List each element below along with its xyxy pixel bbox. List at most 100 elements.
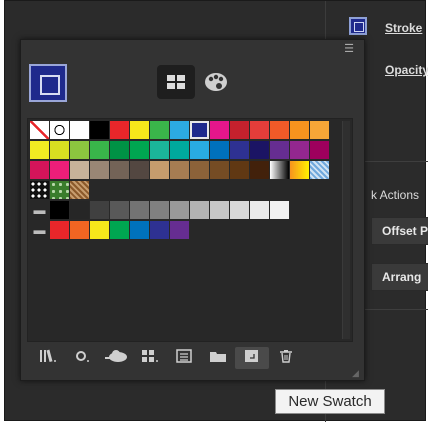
swatch[interactable] xyxy=(50,161,69,179)
swatch[interactable] xyxy=(50,201,69,219)
resize-grip-icon[interactable]: ◢ xyxy=(352,368,362,378)
color-group-folder-icon[interactable]: ▬ xyxy=(30,201,49,219)
swatch[interactable] xyxy=(30,141,49,159)
swatch[interactable] xyxy=(110,121,129,139)
swatch[interactable] xyxy=(190,161,209,179)
swatch[interactable] xyxy=(50,141,69,159)
swatch[interactable] xyxy=(90,201,109,219)
swatch[interactable] xyxy=(310,161,329,179)
swatch[interactable] xyxy=(310,121,329,139)
swatch[interactable] xyxy=(130,201,149,219)
swatch[interactable] xyxy=(190,141,209,159)
swatch[interactable] xyxy=(270,201,289,219)
new-color-group-icon[interactable] xyxy=(201,347,235,369)
swatch-row: ▬ xyxy=(30,221,330,239)
swatch[interactable] xyxy=(250,201,269,219)
swatch-row: ▬ xyxy=(30,201,330,219)
new-swatch-tooltip: New Swatch xyxy=(275,389,385,414)
swatch-options-icon[interactable] xyxy=(133,347,167,369)
swatch[interactable] xyxy=(90,221,109,239)
swatch[interactable] xyxy=(70,161,89,179)
swatch[interactable] xyxy=(130,161,149,179)
color-group-icon[interactable] xyxy=(167,347,201,369)
swatch-toolbar xyxy=(31,346,351,370)
swatch[interactable] xyxy=(110,161,129,179)
swatch[interactable] xyxy=(150,201,169,219)
swatch[interactable] xyxy=(130,221,149,239)
view-toggle xyxy=(157,65,239,99)
quick-actions-heading: k Actions xyxy=(371,188,420,202)
swatch[interactable] xyxy=(90,121,109,139)
swatch[interactable] xyxy=(170,201,189,219)
swatch[interactable] xyxy=(230,141,249,159)
swatch-rows: ▬ ▬ xyxy=(30,121,330,241)
swatch[interactable] xyxy=(70,201,89,219)
swatch-libraries-icon[interactable] xyxy=(31,347,65,369)
swatch[interactable] xyxy=(30,181,49,199)
swatch[interactable] xyxy=(150,141,169,159)
swatch-row xyxy=(30,181,330,199)
swatch[interactable] xyxy=(290,161,309,179)
swatch[interactable] xyxy=(310,141,329,159)
swatch-grid: ▬ ▬ xyxy=(27,118,353,342)
swatch[interactable] xyxy=(110,141,129,159)
swatch-row xyxy=(30,141,330,159)
swatch[interactable] xyxy=(270,121,289,139)
opacity-label[interactable]: Opacity xyxy=(385,63,428,77)
swatch[interactable] xyxy=(90,141,109,159)
color-group-folder-icon[interactable]: ▬ xyxy=(30,221,49,239)
palette-view-icon[interactable] xyxy=(197,65,235,99)
swatch[interactable] xyxy=(190,201,209,219)
swatch[interactable] xyxy=(150,221,169,239)
swatch[interactable] xyxy=(110,221,129,239)
swatch[interactable] xyxy=(170,121,189,139)
swatch[interactable] xyxy=(110,201,129,219)
swatch[interactable] xyxy=(90,161,109,179)
offset-path-button[interactable]: Offset P xyxy=(371,217,428,245)
swatch[interactable] xyxy=(70,121,89,139)
swatch[interactable] xyxy=(270,161,289,179)
swatch-row xyxy=(30,161,330,179)
swatch[interactable] xyxy=(50,121,69,139)
swatch[interactable] xyxy=(70,221,89,239)
swatch[interactable] xyxy=(30,161,49,179)
swatch[interactable] xyxy=(190,121,209,139)
swatch[interactable] xyxy=(70,141,89,159)
swatch[interactable] xyxy=(250,121,269,139)
swatch[interactable] xyxy=(270,141,289,159)
swatch[interactable] xyxy=(130,141,149,159)
stroke-label[interactable]: Stroke xyxy=(385,21,428,35)
swatch[interactable] xyxy=(210,201,229,219)
swatch[interactable] xyxy=(230,161,249,179)
swatch[interactable] xyxy=(210,141,229,159)
fill-color-preview[interactable] xyxy=(29,64,67,102)
grid-view-icon[interactable] xyxy=(157,65,195,99)
swatch[interactable] xyxy=(170,221,189,239)
swatch[interactable] xyxy=(210,161,229,179)
swatch[interactable] xyxy=(250,141,269,159)
swatch[interactable] xyxy=(50,221,69,239)
import-cloud-icon[interactable] xyxy=(99,347,133,369)
swatch[interactable] xyxy=(250,161,269,179)
swatch[interactable] xyxy=(30,121,49,139)
show-swatch-kinds-icon[interactable] xyxy=(65,347,99,369)
swatch[interactable] xyxy=(150,121,169,139)
swatch[interactable] xyxy=(290,141,309,159)
swatch[interactable] xyxy=(130,121,149,139)
swatch[interactable] xyxy=(170,161,189,179)
new-swatch-icon[interactable] xyxy=(235,347,269,369)
swatch[interactable] xyxy=(230,121,249,139)
stroke-color-swatch[interactable] xyxy=(349,17,367,35)
swatch[interactable] xyxy=(210,121,229,139)
swatch[interactable] xyxy=(50,181,69,199)
swatch[interactable] xyxy=(150,161,169,179)
swatch[interactable] xyxy=(170,141,189,159)
swatch-row xyxy=(30,121,330,139)
arrange-button[interactable]: Arrang xyxy=(371,263,428,291)
delete-swatch-icon[interactable] xyxy=(269,347,303,369)
swatch[interactable] xyxy=(70,181,89,199)
swatch[interactable] xyxy=(230,201,249,219)
swatch[interactable] xyxy=(290,121,309,139)
swatch-scrollbar[interactable] xyxy=(342,121,350,339)
hamburger-menu-icon[interactable]: ☰ xyxy=(342,44,356,55)
